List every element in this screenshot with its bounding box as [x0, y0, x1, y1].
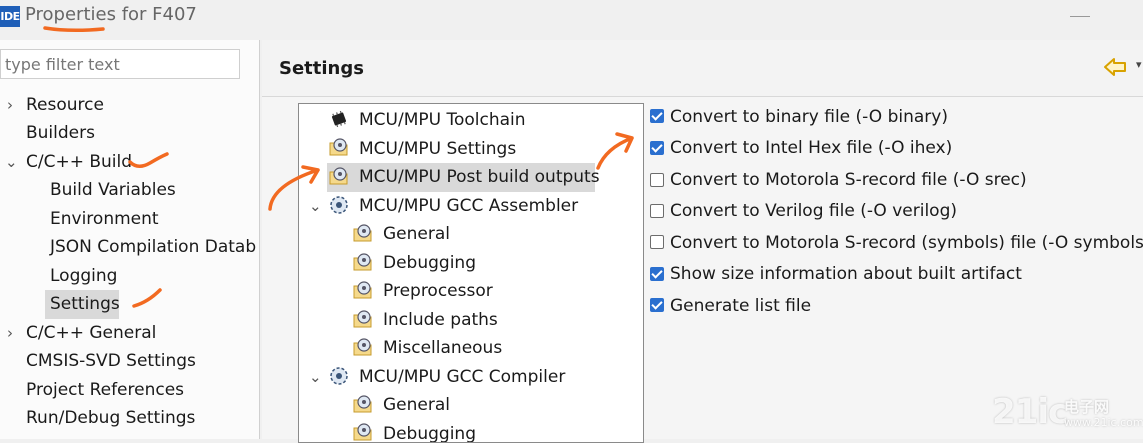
show-size-label[interactable]: Show size information about built artifa…	[670, 263, 1022, 285]
tree-item-asm-general[interactable]: General	[383, 222, 450, 246]
folder-gear-icon	[353, 338, 372, 356]
chip-icon	[331, 110, 347, 128]
gear-icon	[330, 196, 348, 214]
convert-ihex-label[interactable]: Convert to Intel Hex file (-O ihex)	[670, 137, 952, 159]
watermark-url: www.21ic.com	[1064, 416, 1143, 429]
folder-gear-icon	[353, 423, 372, 441]
chevron-right-icon[interactable]: ›	[7, 321, 13, 345]
filter-input[interactable]	[0, 49, 240, 79]
sidebar-item-environment[interactable]: Environment	[50, 207, 159, 231]
tree-item-asm-debugging[interactable]: Debugging	[383, 251, 476, 275]
convert-symbolsrec-checkbox[interactable]	[650, 235, 664, 249]
sidebar-item-builders[interactable]: Builders	[26, 121, 95, 145]
convert-srec-checkbox[interactable]	[650, 173, 664, 187]
watermark-logo: 21ic	[992, 392, 1068, 432]
show-size-checkbox[interactable]	[650, 267, 664, 281]
chevron-down-icon[interactable]: ⌄	[309, 365, 322, 389]
sidebar-item-settings[interactable]: Settings	[50, 292, 120, 316]
page-title: Settings	[279, 58, 364, 79]
back-arrow-icon[interactable]	[1103, 56, 1129, 78]
minimize-button[interactable]	[1070, 16, 1090, 17]
generate-list-checkbox[interactable]	[650, 298, 664, 312]
convert-verilog-label[interactable]: Convert to Verilog file (-O verilog)	[670, 200, 957, 222]
convert-binary-label[interactable]: Convert to binary file (-O binary)	[670, 106, 948, 128]
folder-gear-icon	[353, 310, 372, 328]
chevron-down-icon[interactable]: ⌄	[309, 194, 322, 218]
tree-item-post-build-outputs[interactable]: MCU/MPU Post build outputs	[359, 165, 600, 189]
tree-item-gcc-assembler[interactable]: MCU/MPU GCC Assembler	[359, 194, 578, 218]
generate-list-label[interactable]: Generate list file	[670, 295, 811, 317]
tree-item-asm-include-paths[interactable]: Include paths	[383, 308, 498, 332]
folder-gear-icon	[353, 395, 372, 413]
convert-ihex-checkbox[interactable]	[650, 141, 664, 155]
sidebar-item-c-cpp-build[interactable]: C/C++ Build	[26, 150, 132, 174]
ide-app-icon: IDE	[0, 6, 20, 27]
sidebar-item-run-debug-settings[interactable]: Run/Debug Settings	[26, 406, 195, 430]
sidebar-item-project-references[interactable]: Project References	[26, 378, 184, 402]
folder-gear-icon	[329, 138, 348, 156]
title-bar: IDE Properties for F407	[0, 0, 1143, 36]
chevron-right-icon[interactable]: ›	[7, 93, 13, 117]
view-menu-icon[interactable]: ▾	[1136, 58, 1142, 71]
tree-item-toolchain[interactable]: MCU/MPU Toolchain	[359, 108, 526, 132]
folder-gear-icon	[353, 281, 372, 299]
sidebar-item-resource[interactable]: Resource	[26, 93, 104, 117]
gear-icon	[330, 367, 348, 385]
tree-item-asm-miscellaneous[interactable]: Miscellaneous	[383, 336, 502, 360]
tree-item-gcc-compiler[interactable]: MCU/MPU GCC Compiler	[359, 365, 565, 389]
folder-gear-icon	[353, 253, 372, 271]
chevron-down-icon[interactable]: ⌄	[5, 150, 18, 174]
tool-settings-tree: MCU/MPU Toolchain MCU/MPU Settings MCU/M…	[298, 103, 644, 443]
settings-header	[262, 40, 1143, 97]
sidebar-item-json-compilation-database[interactable]: JSON Compilation Datab	[50, 235, 256, 259]
folder-gear-icon	[353, 224, 372, 242]
convert-srec-label[interactable]: Convert to Motorola S-record file (-O sr…	[670, 169, 1027, 191]
watermark-name: 电子网	[1064, 398, 1110, 416]
convert-symbolsrec-label[interactable]: Convert to Motorola S-record (symbols) f…	[670, 232, 1143, 254]
convert-verilog-checkbox[interactable]	[650, 204, 664, 218]
tree-item-asm-preprocessor[interactable]: Preprocessor	[383, 279, 493, 303]
sidebar-item-c-cpp-general[interactable]: C/C++ General	[26, 321, 156, 345]
convert-binary-checkbox[interactable]	[650, 109, 664, 123]
tree-item-mcu-settings[interactable]: MCU/MPU Settings	[359, 137, 516, 161]
folder-gear-icon	[329, 167, 348, 185]
sidebar-item-logging[interactable]: Logging	[50, 264, 117, 288]
window-title: Properties for F407	[25, 4, 197, 25]
tree-item-cc-general[interactable]: General	[383, 393, 450, 417]
tree-item-cc-debugging[interactable]: Debugging	[383, 422, 476, 442]
sidebar-item-cmsis-svd-settings[interactable]: CMSIS-SVD Settings	[26, 349, 196, 373]
sidebar-item-build-variables[interactable]: Build Variables	[50, 178, 176, 202]
